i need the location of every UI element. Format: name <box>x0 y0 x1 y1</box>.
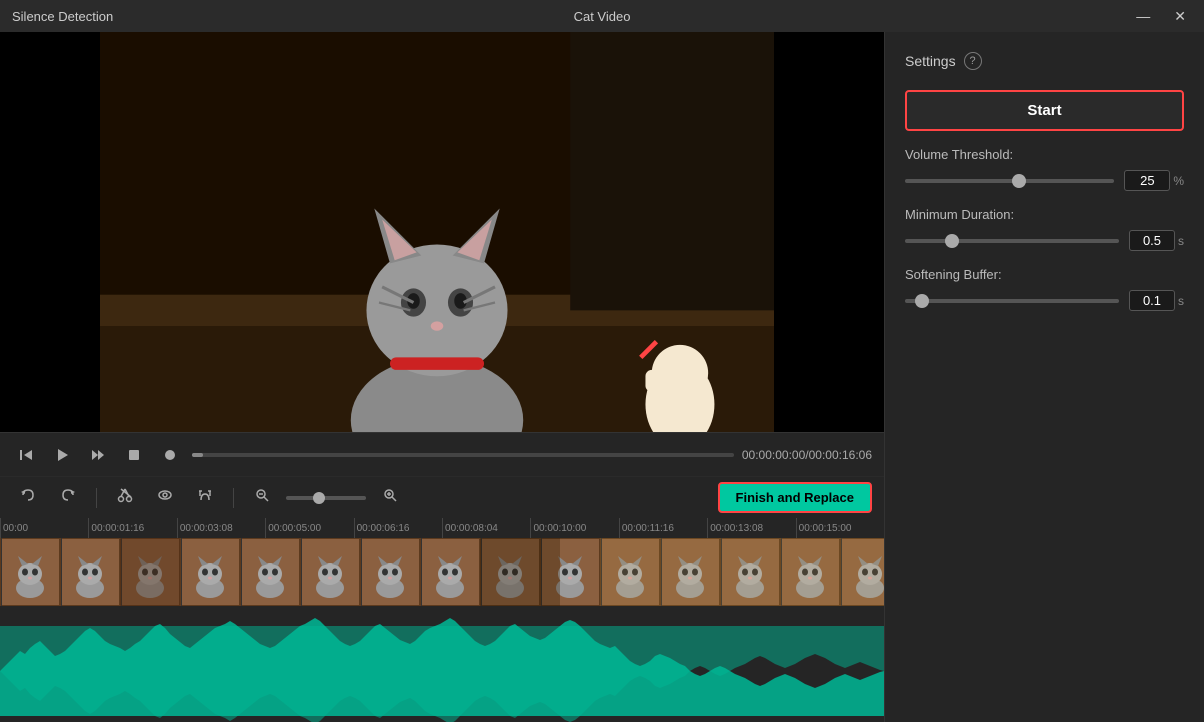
minimum-duration-input[interactable] <box>1129 230 1175 251</box>
fast-forward-button[interactable] <box>84 443 112 467</box>
magnet-button[interactable] <box>189 483 221 512</box>
main-layout: Cutest <box>0 32 1204 722</box>
ruler-mark-2: 00:00:03:08 <box>177 518 265 538</box>
app-title: Silence Detection <box>12 9 113 24</box>
ruler-mark-3: 00:00:05:00 <box>265 518 353 538</box>
cat-video-frame: Cutest <box>100 32 774 432</box>
ruler-mark-8: 00:00:13:08 <box>707 518 795 538</box>
ruler-mark-9: 00:00:15:00 <box>796 518 884 538</box>
waveform-svg <box>0 606 884 722</box>
volume-threshold-value-box: % <box>1124 170 1184 191</box>
ruler-mark-6: 00:00:10:00 <box>530 518 618 538</box>
help-icon[interactable]: ? <box>964 52 982 70</box>
timeline-area: 00:00 00:00:01:16 00:00:03:08 00:00:05:0… <box>0 518 884 722</box>
minimize-button[interactable]: — <box>1130 6 1156 27</box>
minimum-duration-slider[interactable] <box>905 239 1119 243</box>
softening-buffer-input[interactable] <box>1129 290 1175 311</box>
softening-buffer-slider[interactable] <box>905 299 1119 303</box>
settings-header: Settings ? <box>905 52 1184 70</box>
volume-threshold-row: Volume Threshold: % <box>905 147 1184 191</box>
volume-threshold-control: % <box>905 170 1184 191</box>
minimum-duration-value-box: s <box>1129 230 1184 251</box>
cut-button[interactable] <box>109 483 141 512</box>
softening-buffer-label: Softening Buffer: <box>905 267 1184 282</box>
volume-threshold-input[interactable] <box>1124 170 1170 191</box>
video-black-right <box>774 32 884 432</box>
ruler-mark-7: 00:00:11:16 <box>619 518 707 538</box>
window-controls: — ✕ <box>1130 6 1192 27</box>
ruler-mark-4: 00:00:06:16 <box>354 518 442 538</box>
video-preview: Cutest <box>0 32 884 432</box>
video-content: Cutest <box>100 32 774 432</box>
play-button[interactable] <box>48 443 76 467</box>
finish-replace-button[interactable]: Finish and Replace <box>718 482 872 513</box>
record-button[interactable] <box>156 443 184 467</box>
settings-title: Settings <box>905 53 956 69</box>
undo-button[interactable] <box>12 483 44 512</box>
ruler-mark-0: 00:00 <box>0 518 88 538</box>
audio-track <box>0 606 884 722</box>
softening-buffer-value-box: s <box>1129 290 1184 311</box>
toolbar-divider-1 <box>96 488 97 508</box>
zoom-out-button[interactable] <box>246 483 278 512</box>
minimum-duration-unit: s <box>1178 234 1184 248</box>
timeline-ruler: 00:00 00:00:01:16 00:00:03:08 00:00:05:0… <box>0 518 884 538</box>
edit-toolbar: Finish and Replace <box>0 476 884 518</box>
ruler-mark-5: 00:00:08:04 <box>442 518 530 538</box>
ruler-mark-1: 00:00:01:16 <box>88 518 176 538</box>
time-display: 00:00:00:00/00:00:16:06 <box>742 448 872 462</box>
video-black-left <box>0 32 100 432</box>
minimum-duration-row: Minimum Duration: s <box>905 207 1184 251</box>
zoom-slider[interactable] <box>286 496 366 500</box>
minimum-duration-label: Minimum Duration: <box>905 207 1184 222</box>
volume-threshold-slider[interactable] <box>905 179 1114 183</box>
visibility-button[interactable] <box>149 483 181 512</box>
start-button[interactable]: Start <box>905 90 1184 131</box>
prev-frame-button[interactable] <box>12 443 40 467</box>
softening-buffer-control: s <box>905 290 1184 311</box>
video-track <box>0 538 884 606</box>
progress-bar[interactable] <box>192 453 734 457</box>
toolbar-divider-2 <box>233 488 234 508</box>
right-panel: Settings ? Start Volume Threshold: % Min… <box>884 32 1204 722</box>
zoom-in-button[interactable] <box>374 483 406 512</box>
minimum-duration-control: s <box>905 230 1184 251</box>
softening-buffer-unit: s <box>1178 294 1184 308</box>
redo-button[interactable] <box>52 483 84 512</box>
playback-controls: 00:00:00:00/00:00:16:06 <box>0 432 884 476</box>
thumbnail-strip <box>0 538 884 606</box>
video-title: Cat Video <box>574 9 631 24</box>
softening-buffer-row: Softening Buffer: s <box>905 267 1184 311</box>
volume-threshold-label: Volume Threshold: <box>905 147 1184 162</box>
close-button[interactable]: ✕ <box>1168 6 1192 27</box>
progress-fill <box>192 453 203 457</box>
stop-button[interactable] <box>120 443 148 467</box>
ruler-marks: 00:00 00:00:01:16 00:00:03:08 00:00:05:0… <box>0 518 884 538</box>
left-panel: Cutest <box>0 32 884 722</box>
volume-threshold-unit: % <box>1173 174 1184 188</box>
titlebar: Silence Detection Cat Video — ✕ <box>0 0 1204 32</box>
